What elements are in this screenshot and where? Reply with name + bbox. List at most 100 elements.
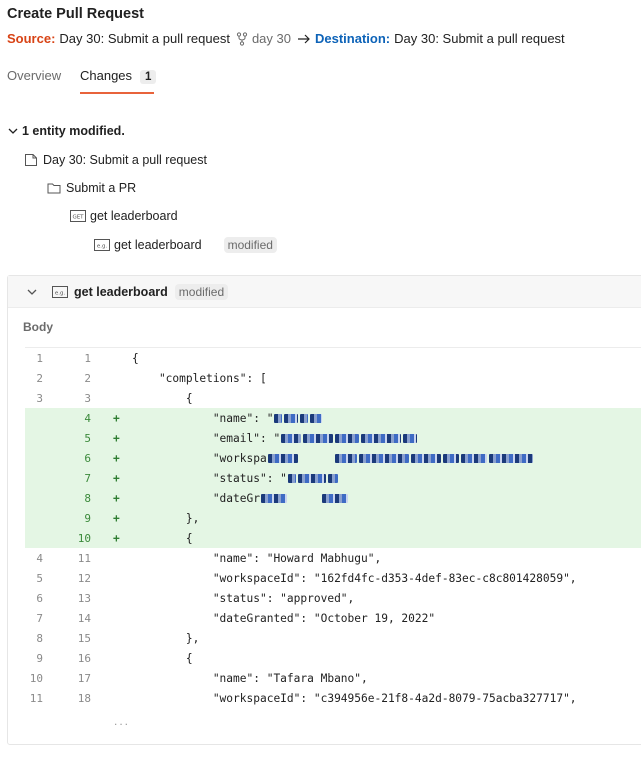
source-label: Source: (7, 31, 56, 46)
example-name: get leaderboard (114, 238, 202, 252)
diff-code: "dateGranted": "October 19, 2022" (132, 612, 435, 625)
redacted-value (460, 454, 487, 463)
more-lines-indicator[interactable]: ... (114, 714, 130, 728)
source-branch: day 30 (251, 31, 291, 46)
diff-code: "email": " (132, 432, 418, 445)
get-method-icon: GET (70, 210, 86, 222)
new-line-number: 16 (77, 651, 91, 665)
old-line-number: 8 (36, 631, 43, 645)
diff-code-text: { (132, 531, 193, 545)
diff-viewer[interactable]: 1 1{2 2 "completions": [3 3 {4 + "name": " 5 +… (25, 347, 641, 707)
diff-line: 3 3 { (25, 388, 641, 408)
new-line-number: 13 (77, 591, 91, 605)
redacted-value (281, 434, 302, 443)
tree-item-request[interactable]: GET get leaderboard (70, 209, 178, 223)
new-line-number: 1 (84, 351, 91, 365)
tree-item-example[interactable]: e.g. get leaderboard modified (94, 237, 277, 253)
redacted-value (303, 434, 334, 443)
redacted-value (267, 454, 298, 463)
diff-sign: + (113, 471, 120, 485)
new-line-number: 3 (84, 391, 91, 405)
page-title: Create Pull Request (7, 6, 144, 22)
diff-sign: + (113, 451, 120, 465)
branch-icon (236, 31, 248, 46)
diff-code-text: }, (132, 511, 200, 525)
new-line-number: 7 (84, 471, 91, 485)
new-line-number: 14 (77, 611, 91, 625)
new-line-number: 18 (77, 691, 91, 705)
diff-code: "completions": [ (132, 372, 267, 385)
tree-item-collection[interactable]: Day 30: Submit a pull request (24, 153, 207, 167)
folder-name: Submit a PR (66, 181, 137, 195)
chevron-down-icon (27, 289, 37, 295)
new-line-number: 4 (84, 411, 91, 425)
example-icon: e.g. (94, 239, 110, 251)
diff-code: }, (132, 632, 199, 645)
redacted-value (321, 494, 348, 503)
redacted-value (297, 474, 326, 483)
svg-text:e.g.: e.g. (97, 244, 108, 250)
diff-code-text: "name": " (132, 411, 274, 425)
diff-code-text: "status": " (132, 471, 287, 485)
diff-line-added: 9 + }, (25, 508, 641, 528)
diff-code-text: "completions": [ (132, 371, 267, 385)
redacted-value (442, 454, 459, 463)
active-tab-indicator (80, 92, 154, 94)
tree-item-folder[interactable]: Submit a PR (47, 181, 136, 195)
chevron-down-icon (8, 128, 18, 134)
destination-label: Destination: (315, 31, 391, 46)
redacted-value (403, 434, 418, 443)
tab-changes[interactable]: Changes 1 (80, 68, 157, 84)
diff-code-text: "dateGr (132, 491, 260, 505)
collection-icon (25, 154, 37, 166)
diff-code: "name": "Howard Mabhugu", (132, 552, 381, 565)
diff-code: { (132, 392, 193, 405)
diff-line-added: 4 + "name": " (25, 408, 641, 428)
diff-code: }, (132, 512, 199, 525)
diff-code: { (132, 652, 193, 665)
diff-panel-header[interactable]: e.g. get leaderboard modified (8, 276, 641, 308)
diff-sign: + (113, 511, 120, 525)
entity-summary-text: 1 entity modified. (22, 124, 125, 138)
diff-code: "status": " (132, 472, 339, 485)
redacted-value (260, 494, 287, 503)
diff-line: 11 18 "workspaceId": "c394956e-21f8-4a2d-… (25, 688, 641, 707)
redacted-value (300, 414, 309, 423)
diff-panel: e.g. get leaderboard modified Body 1 1 {2 2… (7, 275, 641, 745)
new-line-number: 17 (77, 671, 91, 685)
diff-code-text: "workspaceId": "162fd4fc-d353-4def-83ec-… (132, 571, 577, 585)
folder-icon (47, 183, 61, 194)
old-line-number: 11 (29, 691, 43, 705)
diff-line: 2 2 "completions": [ (25, 368, 641, 388)
old-line-number: 5 (36, 571, 43, 585)
tab-changes-label: Changes (80, 68, 133, 83)
tab-overview[interactable]: Overview (7, 68, 61, 83)
redacted-value (488, 454, 533, 463)
diff-line: 6 13 "status": "approved", (25, 588, 641, 608)
diff-line: 4 11 "name": "Howard Mabhugu", (25, 548, 641, 568)
entity-summary-toggle[interactable]: 1 entity modified. (7, 124, 125, 138)
redacted-value (358, 454, 409, 463)
diff-line-added: 5 + "email": " (25, 428, 641, 448)
new-line-number: 10 (77, 531, 91, 545)
tab-bar: Overview Changes 1 (0, 58, 641, 94)
diff-status-badge: modified (174, 283, 229, 300)
diff-code: { (132, 352, 139, 365)
body-section-label: Body (23, 320, 53, 334)
diff-code: "workspaceId": "c394956e-21f8-4a2d-8079-… (132, 692, 577, 705)
diff-sign: + (113, 431, 120, 445)
diff-code-text: "name": "Tafara Mbano", (132, 671, 368, 685)
diff-sign: + (113, 491, 120, 505)
source-destination-line: Source: Day 30: Submit a pull request da… (7, 31, 565, 46)
diff-code-text: "email": " (132, 431, 281, 445)
diff-code-text: "status": "approved", (132, 591, 355, 605)
diff-line: 8 15 }, (25, 628, 641, 648)
arrow-right-icon (298, 34, 310, 43)
diff-sign: + (113, 411, 120, 425)
source-value: Day 30: Submit a pull request (59, 31, 230, 46)
new-line-number: 2 (84, 371, 91, 385)
diff-code: "workspa (132, 452, 534, 465)
diff-code-text: "workspaceId": "c394956e-21f8-4a2d-8079-… (132, 691, 577, 705)
diff-sign: + (113, 531, 120, 545)
redacted-value (310, 414, 323, 423)
